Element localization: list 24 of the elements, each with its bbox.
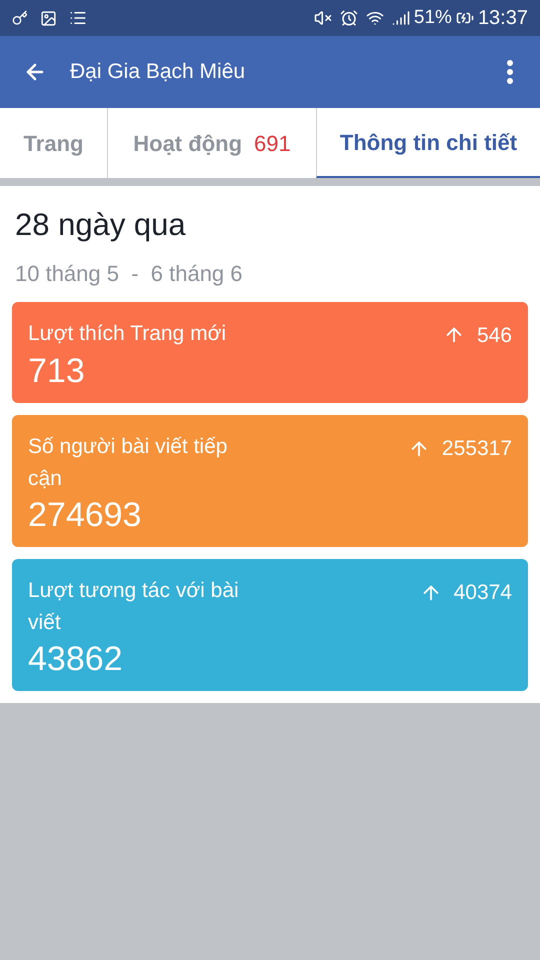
page-title: Đại Gia Bạch Miêu [70,59,246,86]
metric-value: 274693 [28,495,142,535]
metric-label: Lượt thích Trang mới [28,320,228,346]
clock-time: 13:37 [478,6,528,31]
period-title: 28 ngày qua [14,206,187,244]
list-icon [69,9,87,27]
metric-label: Lượt tương tác với bài viết [28,578,240,636]
metric-change: 255317 [442,436,512,462]
date-range: 10 tháng 5 - 6 tháng 6 [14,260,244,288]
tab[interactable]: Trang [0,108,107,178]
alarm-icon [340,9,358,27]
metric-change: 546 [476,322,512,348]
metric-change: 40374 [454,580,512,606]
mute-icon [314,9,332,27]
key-icon [12,10,28,26]
battery-percent: 51% [414,6,452,30]
metric-value: 43862 [28,639,124,679]
image-icon [40,10,57,26]
metric-label: Số người bài viết tiếp cận [28,434,228,492]
more-menu-icon [507,60,513,84]
metric-value: 713 [28,351,86,391]
signal-icon [392,9,410,27]
activity-count: 691 [254,130,291,158]
wifi-icon [366,9,384,27]
